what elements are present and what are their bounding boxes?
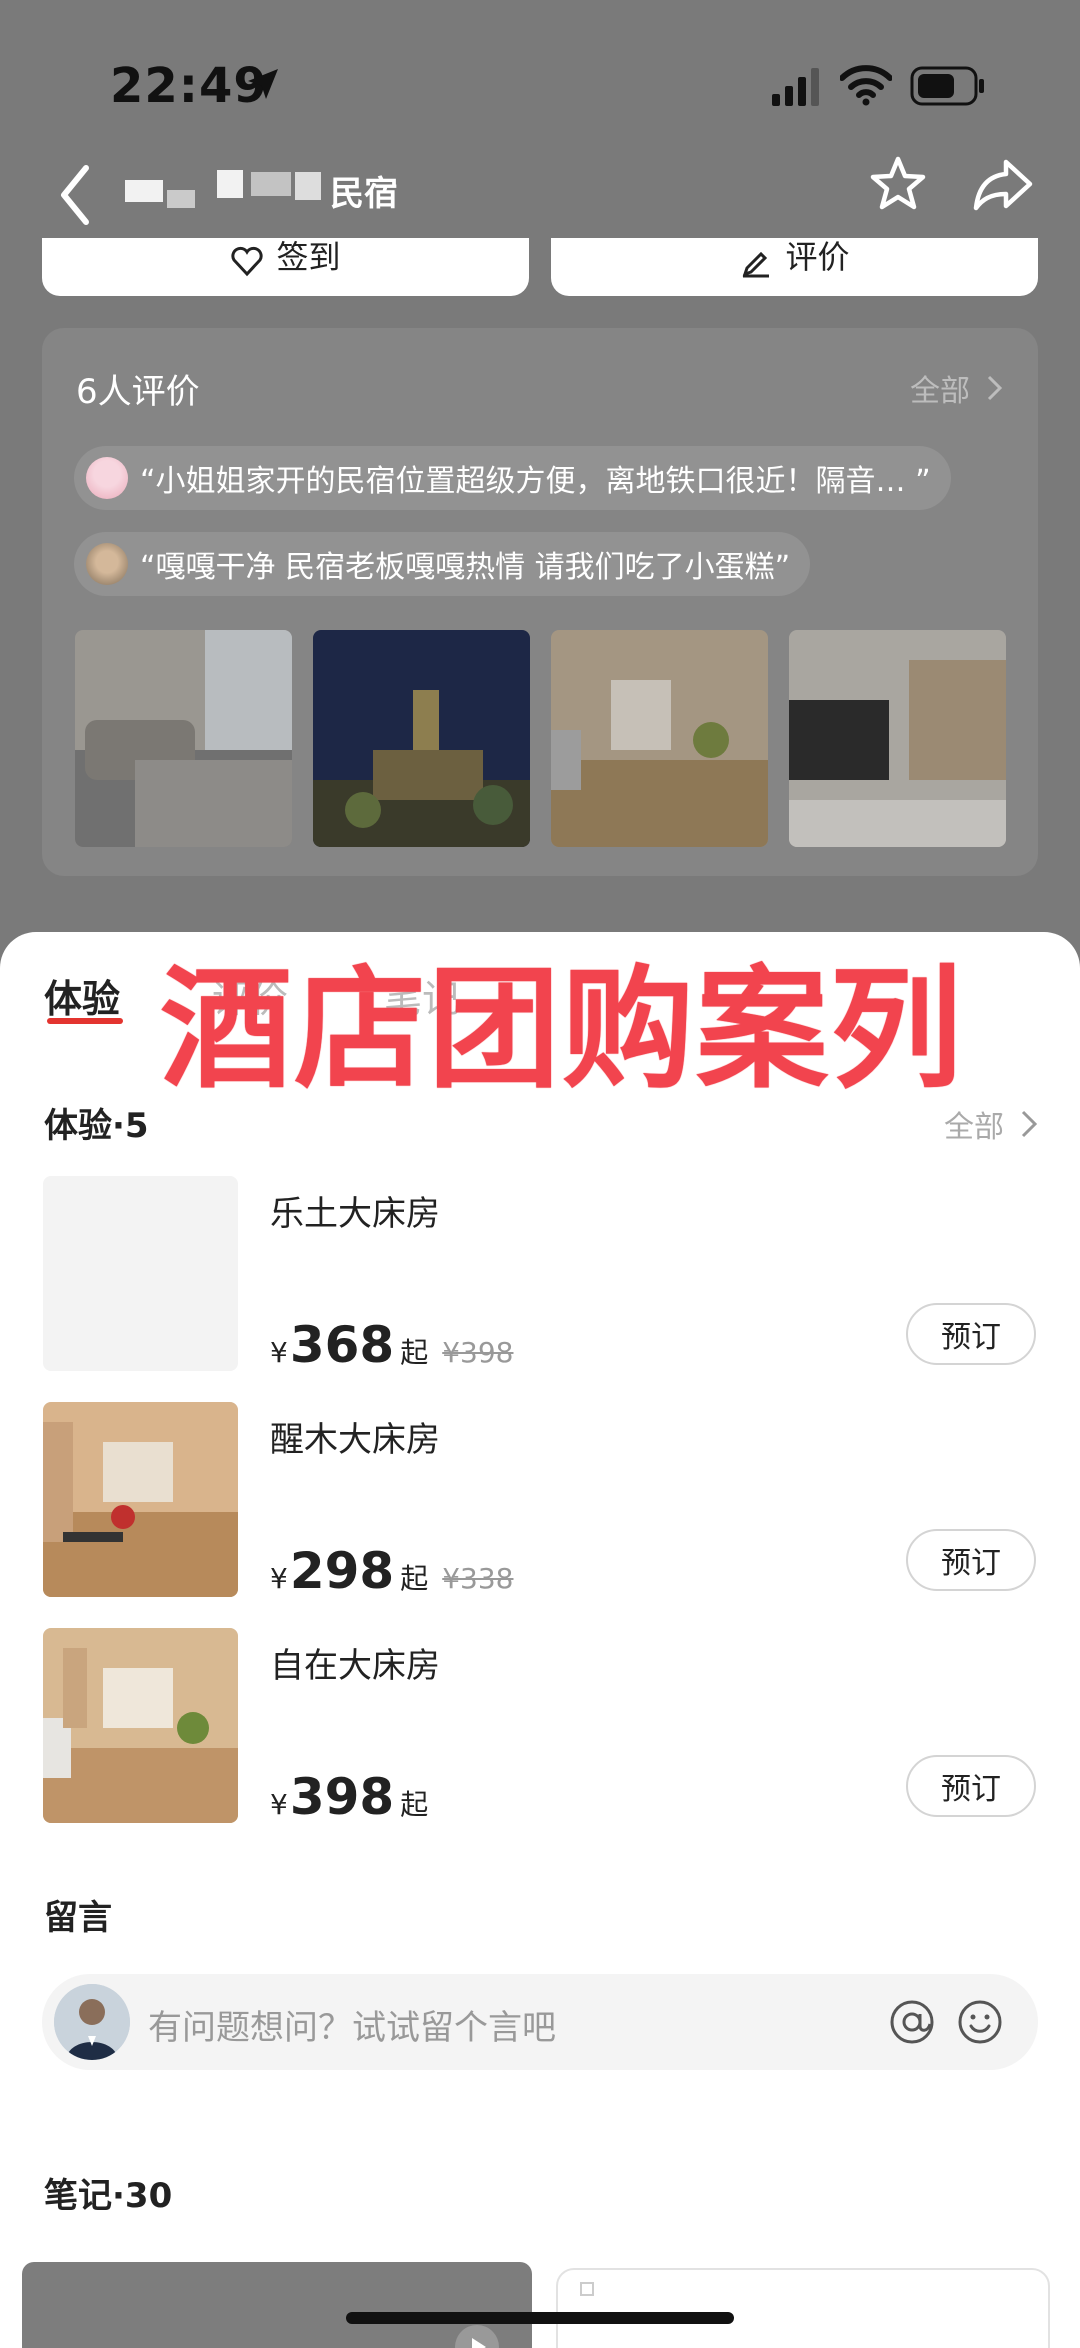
price-suffix: 起 [400,1788,429,1821]
currency-symbol: ¥ [270,1336,288,1369]
room-name: 自在大床房 [270,1646,440,1686]
notes-title: 笔记·30 [44,2176,173,2216]
review-photo[interactable] [313,630,530,847]
experiences-all-label: 全部 [944,1110,1004,1145]
share-icon[interactable] [972,156,1034,214]
room-name: 醒木大床房 [270,1420,440,1460]
reviews-title: 6人评价 [76,372,200,412]
note-card[interactable] [556,2268,1050,2348]
note-preview-square [580,2282,594,2296]
review-button[interactable]: 评价 [551,238,1038,296]
book-button[interactable]: 预订 [906,1755,1036,1817]
review-quote-1[interactable]: “小姐姐家开的民宿位置超级方便，离地铁口很近！隔音… ” [74,446,951,510]
original-price: ¥398 [442,1336,514,1369]
wifi-icon [840,65,892,106]
message-placeholder: 有问题想问？试试留个言吧 [148,2008,556,2048]
screen: 22:49 民宿 签到 评价 6人评价 全部 “小姐姐家开的民宿位置超级方便，离… [0,0,1080,2348]
review-label: 评价 [785,238,850,276]
review-photo[interactable] [75,630,292,847]
heart-icon [231,246,264,277]
messages-title: 留言 [44,1898,112,1938]
room-image [43,1628,238,1823]
reviews-card: 6人评价 全部 “小姐姐家开的民宿位置超级方便，离地铁口很近！隔音… ” “嘎嘎… [42,328,1038,876]
review-quote-text: “嘎嘎干净 民宿老板嘎嘎热情 请我们吃了小蛋糕” [140,550,791,585]
note-card[interactable] [22,2262,532,2348]
price-suffix: 起 [400,1336,429,1369]
room-price: ¥ 398 起 [270,1768,428,1826]
checkin-button[interactable]: 签到 [42,238,529,296]
room-image [43,1402,238,1597]
price-value: 298 [289,1542,395,1600]
review-quote-text: “小姐姐家开的民宿位置超级方便，离地铁口很近！隔音… ” [140,464,931,499]
room-item[interactable]: 醒木大床房 ¥ 298 起 ¥338 预订 [0,1402,1080,1600]
tab-experience[interactable]: 体验 [44,968,120,1023]
chevron-right-icon [1021,1110,1038,1138]
room-price: ¥ 298 起 ¥338 [270,1542,513,1600]
emoji-smile-icon[interactable] [956,1998,1004,2046]
page-title: 民宿 [125,166,425,214]
price-value: 398 [289,1768,395,1826]
mention-at-icon[interactable] [888,1998,936,2046]
status-bar: 22:49 [0,0,1080,150]
currency-symbol: ¥ [270,1562,288,1595]
experiences-all-link[interactable]: 全部 [944,1102,1040,1146]
reviewer-avatar [86,457,128,499]
price-suffix: 起 [400,1562,429,1595]
room-name: 乐土大床房 [270,1194,440,1234]
checkin-label: 签到 [276,238,341,276]
book-button[interactable]: 预订 [906,1529,1036,1591]
experiences-title: 体验·5 [44,1106,149,1146]
location-arrow-icon [248,69,278,99]
currency-symbol: ¥ [270,1788,288,1821]
edit-pen-icon [743,251,770,278]
chevron-right-icon [987,375,1003,401]
room-price: ¥ 368 起 ¥398 [270,1316,513,1374]
back-arrow-icon[interactable] [56,160,96,230]
reviewer-avatar [86,543,128,585]
review-quote-2[interactable]: “嘎嘎干净 民宿老板嘎嘎热情 请我们吃了小蛋糕” [74,532,811,596]
room-item[interactable]: 自在大床房 ¥ 398 起 预订 [0,1628,1080,1826]
favorite-star-icon[interactable] [868,154,928,214]
play-icon [455,2325,499,2348]
active-tab-indicator [47,1018,123,1024]
user-avatar [54,1984,130,2060]
reviews-all-label: 全部 [910,374,970,409]
review-photo[interactable] [551,630,768,847]
price-value: 368 [289,1316,395,1374]
overlay-title: 酒店团购案列 [160,953,964,1107]
original-price: ¥338 [442,1562,514,1595]
message-input[interactable]: 有问题想问？试试留个言吧 [42,1974,1038,2070]
cellular-signal-icon [772,68,819,106]
reviews-all-link[interactable]: 全部 [910,366,1006,410]
battery-icon [910,66,984,106]
bottom-sheet: 体验 评价 笔记 酒店团购案列 体验·5 全部 乐土大床房 ¥ 368 起 ¥3… [0,932,1080,2348]
book-button[interactable]: 预订 [906,1303,1036,1365]
review-photo[interactable] [789,630,1006,847]
home-indicator [346,2312,734,2324]
room-item[interactable]: 乐土大床房 ¥ 368 起 ¥398 预订 [0,1176,1080,1374]
room-image [43,1176,238,1371]
page-title-text: 民宿 [330,174,398,214]
